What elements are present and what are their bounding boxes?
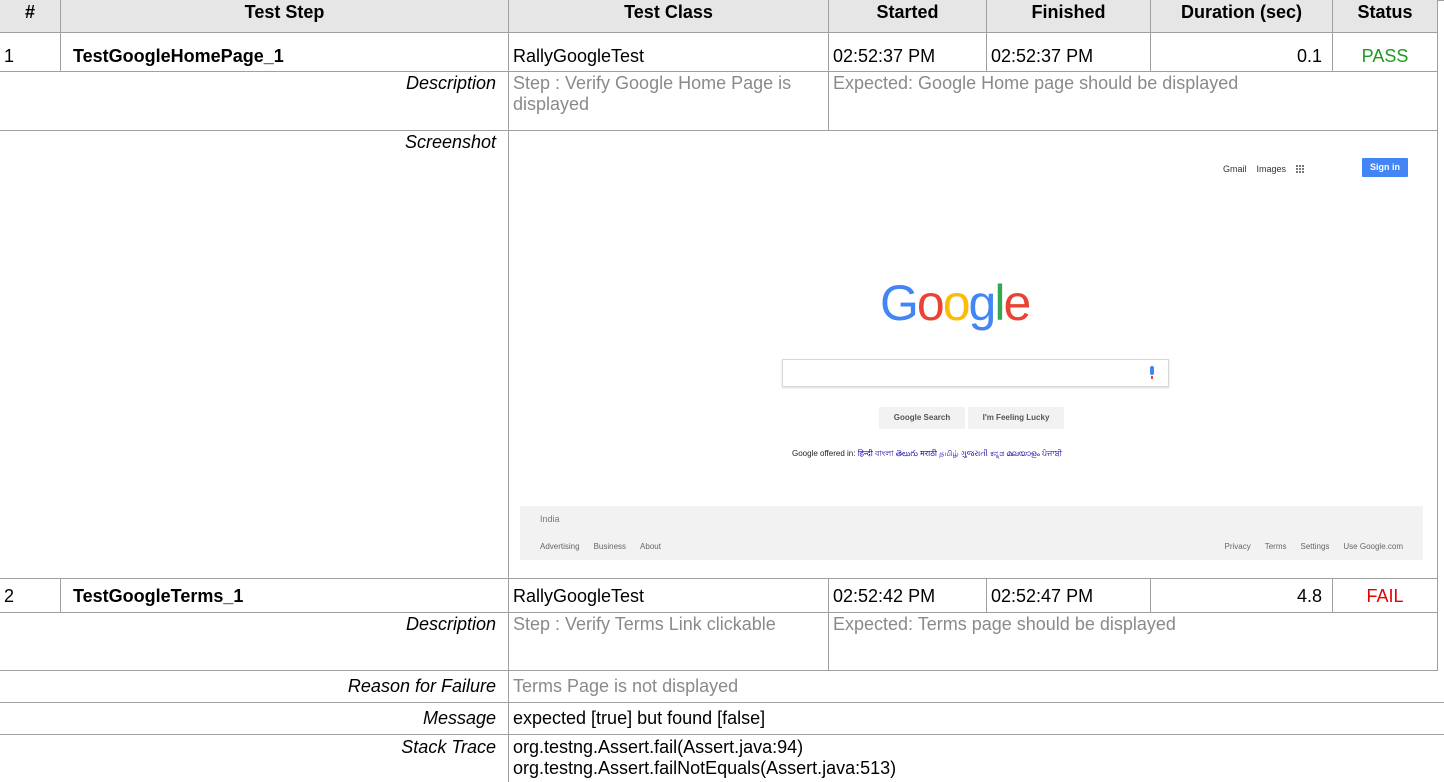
table-row-test-1: 1 TestGoogleHomePage_1 RallyGoogleTest 0…: [0, 32, 1444, 71]
status-badge: FAIL: [1332, 578, 1438, 612]
about-link[interactable]: About: [640, 533, 661, 560]
feeling-lucky-button[interactable]: I'm Feeling Lucky: [968, 407, 1064, 429]
google-search-button[interactable]: Google Search: [879, 407, 965, 429]
stack-trace-line: org.testng.Assert.fail(Assert.java:94): [513, 737, 804, 757]
test-class: RallyGoogleTest: [508, 32, 828, 71]
gmail-link[interactable]: Gmail: [1223, 164, 1247, 174]
description-row-test-1: Description Step : Verify Google Home Pa…: [0, 71, 1444, 130]
google-top-links: Gmail Images: [1223, 164, 1310, 174]
description-expected: Expected: Google Home page should be dis…: [828, 71, 1332, 130]
logo-letter: g: [968, 275, 997, 331]
failure-reason: Terms Page is not displayed: [508, 670, 1444, 702]
google-search-input[interactable]: [782, 359, 1169, 387]
sign-in-button[interactable]: Sign in: [1362, 158, 1408, 177]
logo-letter: l: [994, 275, 1005, 331]
logo-letter: o: [942, 275, 971, 331]
test-step-name: TestGoogleHomePage_1: [60, 32, 508, 71]
country-label: India: [540, 514, 560, 524]
test-number: 2: [4, 586, 15, 606]
advertising-link[interactable]: Advertising: [540, 533, 580, 560]
test-duration: 0.1: [1150, 32, 1332, 71]
test-started: 02:52:42 PM: [828, 578, 986, 612]
message-row-test-2: Message expected [true] but found [false…: [0, 702, 1444, 734]
stack-trace-row-test-2: Stack Trace org.testng.Assert.fail(Asser…: [0, 734, 1444, 782]
failure-message: expected [true] but found [false]: [508, 702, 1444, 734]
offered-prefix: Google offered in:: [792, 449, 856, 458]
use-google-com-link[interactable]: Use Google.com: [1343, 533, 1403, 560]
test-duration: 4.8: [1150, 578, 1332, 612]
stack-trace-label: Stack Trace: [401, 737, 496, 757]
test-number: 1: [4, 46, 15, 66]
header-started[interactable]: Started: [828, 0, 986, 32]
privacy-link[interactable]: Privacy: [1224, 533, 1250, 560]
table-header-row: # Test Step Test Class Started Finished …: [0, 0, 1444, 32]
stack-trace: org.testng.Assert.fail(Assert.java:94) o…: [508, 734, 1444, 782]
message-label: Message: [422, 708, 496, 728]
microphone-icon[interactable]: [1150, 366, 1154, 379]
languages-offered: Google offered in: हिन्दी বাংলা తెలుగు म…: [792, 448, 1062, 461]
language-links[interactable]: हिन्दी বাংলা తెలుగు मराठी தமிழ் ગુજરાતી …: [858, 449, 1062, 458]
logo-letter: o: [916, 275, 945, 331]
header-finished[interactable]: Finished: [986, 0, 1150, 32]
description-label: Description: [405, 614, 496, 634]
description-step: Step : Verify Terms Link clickable: [508, 612, 828, 670]
header-number[interactable]: #: [0, 0, 60, 32]
header-duration[interactable]: Duration (sec): [1150, 0, 1332, 32]
empty-cell: [1332, 71, 1438, 130]
apps-grid-icon[interactable]: [1296, 165, 1304, 173]
settings-link[interactable]: Settings: [1301, 533, 1330, 560]
logo-letter: e: [1003, 275, 1031, 331]
header-test-step[interactable]: Test Step: [60, 0, 508, 32]
google-logo: Google: [880, 274, 1031, 332]
links-footer: Advertising Business About Privacy Terms…: [520, 533, 1423, 560]
screenshot-label: Screenshot: [404, 132, 496, 152]
test-finished: 02:52:37 PM: [986, 32, 1150, 71]
header-test-class[interactable]: Test Class: [508, 0, 828, 32]
test-class: RallyGoogleTest: [508, 578, 828, 612]
table-row-test-2: 2 TestGoogleTerms_1 RallyGoogleTest 02:5…: [0, 578, 1444, 612]
business-link[interactable]: Business: [594, 533, 626, 560]
test-step-name: TestGoogleTerms_1: [60, 578, 508, 612]
description-step: Step : Verify Google Home Page is displa…: [508, 71, 828, 130]
images-link[interactable]: Images: [1256, 164, 1286, 174]
reason-label: Reason for Failure: [347, 676, 496, 696]
google-screenshot[interactable]: Gmail Images Sign in Google Google Searc…: [520, 138, 1423, 560]
description-label: Description: [405, 73, 496, 93]
reason-row-test-2: Reason for Failure Terms Page is not dis…: [0, 670, 1444, 702]
terms-link[interactable]: Terms: [1265, 533, 1287, 560]
description-expected: Expected: Terms page should be displayed: [828, 612, 1332, 670]
test-finished: 02:52:47 PM: [986, 578, 1150, 612]
empty-cell: [1332, 612, 1438, 670]
country-footer: India: [520, 506, 1423, 534]
logo-letter: G: [880, 275, 919, 331]
status-badge: PASS: [1332, 32, 1438, 71]
description-row-test-2: Description Step : Verify Terms Link cli…: [0, 612, 1444, 670]
header-status[interactable]: Status: [1332, 0, 1438, 32]
stack-trace-line: org.testng.Assert.failNotEquals(Assert.j…: [513, 758, 897, 778]
test-started: 02:52:37 PM: [828, 32, 986, 71]
